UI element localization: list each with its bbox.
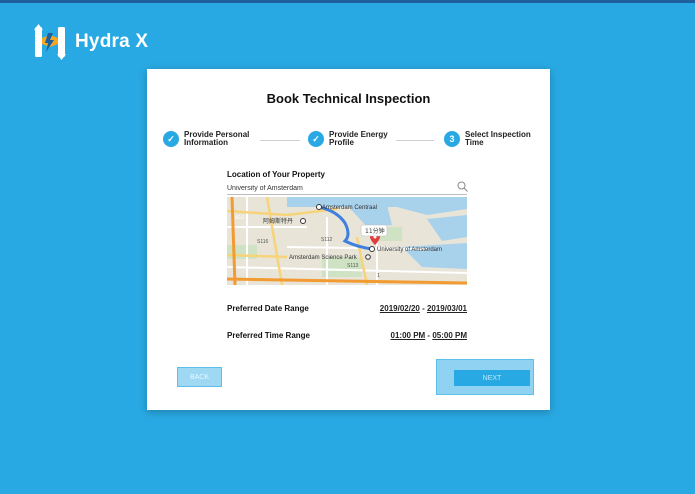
step-inspection-time[interactable]: 3 Select Inspection Time [444, 131, 543, 147]
date-range-label: Preferred Date Range [227, 304, 309, 313]
booking-card: Book Technical Inspection ✓ Provide Pers… [147, 69, 550, 410]
map-road-s112: S112 [321, 237, 333, 243]
location-input[interactable] [227, 182, 467, 195]
time-end[interactable]: 05:00 PM [432, 331, 467, 340]
app-logo: Hydra X [33, 24, 148, 60]
page-title: Book Technical Inspection [266, 91, 431, 106]
progress-steps: ✓ Provide Personal Information ✓ Provide… [163, 131, 543, 155]
map-label-centraal: Amsterdam Centraal [322, 205, 377, 211]
next-button-focus-ring: NEXT [436, 359, 534, 395]
time-range-label: Preferred Time Range [227, 331, 310, 340]
map-route-time: 11分钟 [365, 227, 385, 235]
step-connector [396, 140, 434, 141]
check-icon: ✓ [308, 131, 324, 147]
search-icon[interactable] [457, 181, 468, 192]
time-range-row: Preferred Time Range 01:00 PM - 05:00 PM [227, 331, 467, 343]
location-label: Location of Your Property [227, 170, 325, 179]
map-poi-label: 1 [377, 273, 380, 279]
app-name: Hydra X [75, 31, 149, 52]
hydra-logo-icon [34, 24, 66, 60]
check-icon: ✓ [163, 131, 179, 147]
top-bar [0, 0, 695, 3]
date-range-row: Preferred Date Range 2019/02/20 - 2019/0… [227, 304, 467, 316]
date-end[interactable]: 2019/03/01 [427, 304, 467, 313]
step-personal-info[interactable]: ✓ Provide Personal Information [163, 131, 262, 147]
step-label: Information [184, 138, 228, 147]
next-button[interactable]: NEXT [454, 370, 530, 386]
step-number: 3 [444, 131, 460, 147]
step-energy-profile[interactable]: ✓ Provide Energy Profile [308, 131, 407, 147]
time-start[interactable]: 01:00 PM [391, 331, 426, 340]
back-button[interactable]: BACK [177, 367, 222, 387]
step-connector [260, 140, 300, 141]
map-label-station: 阿姆斯特丹 [263, 217, 293, 225]
location-map[interactable]: 11分钟 Amsterdam Centraal 阿姆斯特丹 Amsterdam … [227, 197, 467, 285]
map-label-science-park: Amsterdam Science Park [289, 255, 358, 261]
date-separator: - [419, 304, 427, 313]
date-start[interactable]: 2019/02/20 [380, 304, 420, 313]
map-label-university: University of Amsterdam [377, 247, 442, 253]
map-road-s116: S116 [257, 239, 269, 245]
map-road-a10: A10 [235, 215, 244, 221]
step-label: Time [465, 138, 484, 147]
date-range-value: 2019/02/20 - 2019/03/01 [380, 304, 467, 313]
map-road-s113: S113 [347, 263, 359, 269]
time-range-value: 01:00 PM - 05:00 PM [391, 331, 467, 340]
